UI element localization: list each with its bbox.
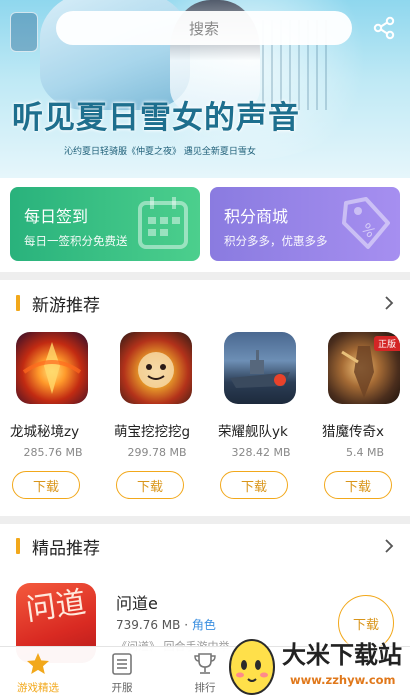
new-games-header[interactable]: 新游推荐 [0,283,410,323]
nav-label: 游戏精选 [17,682,59,694]
banner-subline: 沁约夏日轻骑服《仲夏之夜》 遇见全新夏日雪女 [64,147,256,157]
featured-game-name[interactable]: 问道e [116,590,158,614]
game-icon[interactable] [16,332,88,404]
chevron-right-icon[interactable] [382,296,396,310]
new-games-list: 龙城秘境zy 285.76 MB 下载 萌宝挖挖挖g 299.78 MB 下载 … [0,332,410,512]
quick-cards: 每日签到 每日一签积分免费送 积分商城 积分多多，优惠多多 % [0,178,410,272]
game-name: 龙城秘境zy [10,424,80,440]
trophy-icon [194,653,216,674]
download-button[interactable]: 下载 [220,471,288,499]
game-size: 299.78 MB [127,446,187,459]
section-divider [0,516,410,524]
game-icon[interactable] [120,332,192,404]
list-icon [112,653,132,675]
featured-game-meta: 739.76 MB · 角色 [116,616,216,633]
star-icon [27,653,49,674]
banner-game-logo [10,12,38,52]
featured-icon-calligraphy: 问道 [23,585,89,629]
game-size: 328.42 MB [231,446,291,459]
download-button[interactable]: 下载 [324,471,392,499]
featured-game-size: 739.76 MB [116,618,181,632]
banner-headline: 听见夏日雪女的声音 [12,100,300,136]
section-accent-bar [16,295,20,311]
points-mall-subtitle: 积分多多，优惠多多 [224,234,328,248]
egg-mascot-icon [229,639,275,695]
featured-header[interactable]: 精品推荐 [0,526,410,566]
game-icon[interactable] [224,332,296,404]
watermark-title: 大米下载站 [282,641,402,669]
featured-title: 精品推荐 [32,538,100,559]
official-badge: 正版 [373,336,400,351]
search-bar[interactable]: 搜索 [56,11,352,45]
game-size: 285.76 MB [23,446,83,459]
points-mall-card[interactable]: 积分商城 积分多多，优惠多多 % [210,187,400,261]
game-name: 荣耀舰队yk [218,424,288,440]
download-button[interactable]: 下载 [12,471,80,499]
section-divider [0,272,410,280]
game-size: 5.4 MB [345,446,385,459]
new-games-title: 新游推荐 [32,295,100,316]
meta-separator: · [184,618,189,632]
daily-checkin-title: 每日签到 [24,207,89,226]
daily-checkin-card[interactable]: 每日签到 每日一签积分免费送 [10,187,200,261]
points-mall-title: 积分商城 [224,207,289,226]
calendar-icon [138,197,188,249]
section-accent-bar [16,538,20,554]
download-button[interactable]: 下载 [116,471,184,499]
nav-tab-server-open[interactable]: 开服 [92,651,152,699]
nav-label: 开服 [111,682,133,694]
search-placeholder: 搜索 [188,19,219,38]
game-name: 猎魔传奇x [322,424,384,440]
price-tag-icon: % [342,197,390,249]
watermark-url: www.zzhyw.com [290,673,396,687]
chevron-right-icon[interactable] [382,539,396,553]
share-icon[interactable] [370,14,398,42]
daily-checkin-subtitle: 每日一签积分免费送 [24,234,128,248]
game-name: 萌宝挖挖挖g [114,424,191,440]
game-icon[interactable]: 正版 [328,332,400,404]
featured-game-tag: 角色 [191,618,216,632]
nav-tab-featured[interactable]: 游戏精选 [8,651,68,699]
site-watermark: 大米下载站 www.zzhyw.com [222,627,410,700]
